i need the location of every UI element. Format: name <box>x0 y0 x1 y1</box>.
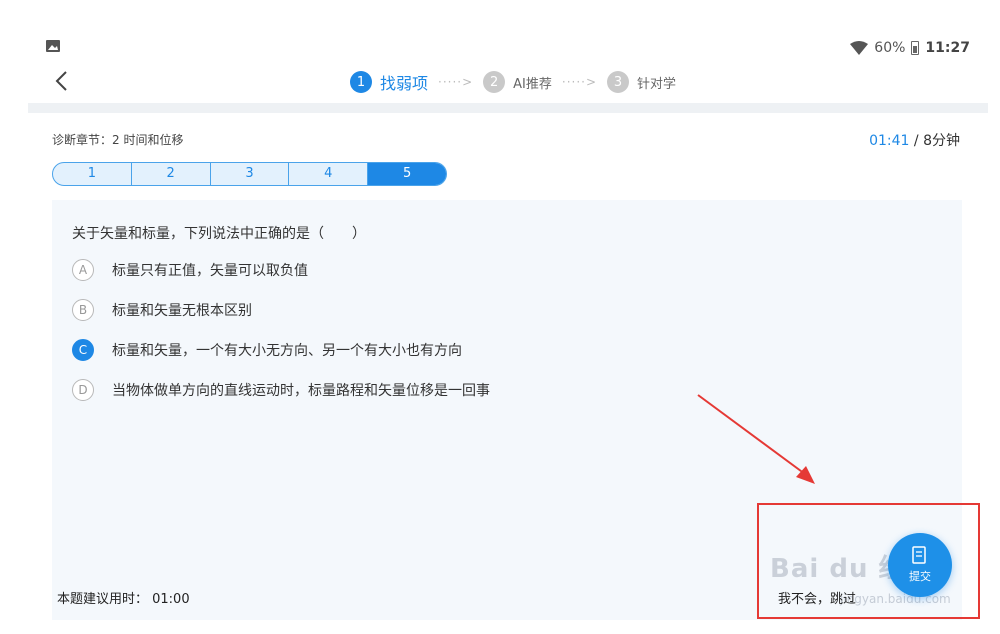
option-b[interactable]: B 标量和矢量无根本区别 <box>72 298 490 322</box>
wifi-icon <box>850 41 869 55</box>
step-label: 针对学 <box>637 76 677 92</box>
question-tab-2[interactable]: 2 <box>132 163 211 185</box>
option-d[interactable]: D 当物体做单方向的直线运动时，标量路程和矢量位移是一回事 <box>72 378 490 402</box>
step-arrow-icon: ·····> <box>438 75 474 89</box>
step-label: AI推荐 <box>513 76 552 92</box>
battery-icon <box>911 41 920 55</box>
step-ai-recommend: 2 AI推荐 <box>483 71 552 93</box>
question-tab-4[interactable]: 4 <box>289 163 369 185</box>
timer-elapsed: 01:41 <box>869 133 910 149</box>
step-number: 3 <box>607 71 630 93</box>
option-text: 当物体做单方向的直线运动时，标量路程和矢量位移是一回事 <box>112 383 490 399</box>
clock: 11:27 <box>925 40 970 56</box>
question-tab-3[interactable]: 3 <box>211 163 290 185</box>
step-number: 2 <box>483 71 506 93</box>
step-targeted-study: 3 针对学 <box>607 71 676 93</box>
question-text: 关于矢量和标量，下列说法中正确的是（ ） <box>72 226 366 242</box>
suggested-time: 本题建议用时： 01:00 <box>57 592 190 607</box>
timer: 01:41 / 8分钟 <box>869 130 960 150</box>
chapter-label: 诊断章节：2 时间和位移 <box>52 133 184 147</box>
option-c[interactable]: C 标量和矢量，一个有大小无方向、另一个有大小也有方向 <box>72 338 490 362</box>
back-arrow-icon[interactable] <box>52 70 74 92</box>
option-list: A 标量只有正值，矢量可以取负值 B 标量和矢量无根本区别 C 标量和矢量，一个… <box>72 258 490 418</box>
option-text: 标量只有正值，矢量可以取负值 <box>112 263 308 279</box>
step-number: 1 <box>350 71 372 93</box>
option-letter: C <box>72 339 94 361</box>
step-find-weak: 1 找弱项 <box>350 70 428 94</box>
step-progress: 1 找弱项 ·····> 2 AI推荐 ·····> 3 针对学 <box>350 70 676 94</box>
timer-total: / 8分钟 <box>909 133 960 149</box>
gallery-notification-icon <box>46 40 60 52</box>
question-tabs: 1 2 3 4 5 <box>52 162 447 186</box>
question-tab-5[interactable]: 5 <box>368 163 446 185</box>
battery-percent: 60% <box>874 40 906 56</box>
header-divider <box>28 103 988 113</box>
option-letter: D <box>72 379 94 401</box>
option-a[interactable]: A 标量只有正值，矢量可以取负值 <box>72 258 490 282</box>
step-label: 找弱项 <box>380 74 429 93</box>
option-letter: B <box>72 299 94 321</box>
option-letter: A <box>72 259 94 281</box>
annotation-highlight-box <box>757 503 980 619</box>
status-bar: 60% 11:27 <box>850 40 970 56</box>
question-tab-1[interactable]: 1 <box>53 163 132 185</box>
option-text: 标量和矢量，一个有大小无方向、另一个有大小也有方向 <box>112 343 462 359</box>
option-text: 标量和矢量无根本区别 <box>112 303 252 319</box>
step-arrow-icon: ·····> <box>561 75 598 89</box>
